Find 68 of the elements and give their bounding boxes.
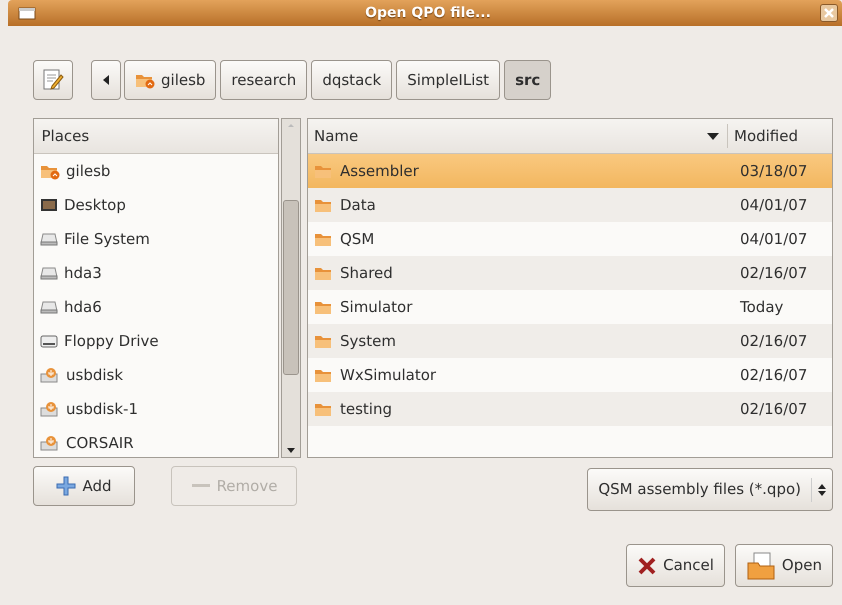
file-row[interactable]: WxSimulator 02/16/07 [308, 358, 832, 392]
sidebar-item[interactable]: Desktop [34, 188, 278, 222]
scroll-left-button[interactable] [91, 60, 121, 100]
sidebar-item[interactable]: usbdisk-1 [34, 392, 278, 426]
usb-drive-icon [40, 366, 60, 384]
usb-drive-icon [40, 434, 60, 452]
usb-drive-icon [40, 400, 60, 418]
sidebar-item[interactable]: gilesb [34, 154, 278, 188]
file-date: 02/16/07 [740, 262, 808, 284]
file-date: 03/18/07 [740, 160, 808, 182]
close-button[interactable] [820, 4, 838, 22]
floppy-drive-icon [40, 333, 58, 349]
file-row[interactable]: Simulator Today [308, 290, 832, 324]
sidebar-item[interactable]: File System [34, 222, 278, 256]
column-header[interactable]: Modified [728, 124, 798, 148]
path-button[interactable]: dqstack [311, 60, 392, 100]
file-date: 02/16/07 [740, 364, 808, 386]
close-icon [824, 8, 834, 18]
path-button[interactable]: SimpleIList [396, 60, 500, 100]
open-folder-icon [746, 550, 776, 580]
sidebar-item[interactable]: hda6 [34, 290, 278, 324]
file-name: WxSimulator [339, 364, 438, 386]
file-name: Simulator [339, 296, 414, 318]
scrollbar[interactable] [281, 118, 301, 458]
sort-arrow-icon [707, 132, 719, 140]
file-row[interactable]: Shared 02/16/07 [308, 256, 832, 290]
filter-dropdown[interactable]: QSM assembly files (*.qpo) [587, 468, 833, 511]
file-date: 04/01/07 [740, 194, 808, 216]
file-date: 02/16/07 [740, 398, 808, 420]
window-title: Open QPO file... [365, 4, 491, 22]
sidebar-item[interactable]: CORSAIR [34, 426, 278, 457]
open-button[interactable]: Open [734, 544, 833, 587]
file-row[interactable]: Assembler 03/18/07 [308, 154, 832, 188]
drive-icon [40, 231, 58, 247]
path-button[interactable]: research [220, 60, 308, 100]
file-row[interactable]: Data 04/01/07 [308, 188, 832, 222]
minus-icon [190, 483, 211, 489]
plus-icon [56, 476, 76, 496]
location-toggle-button[interactable] [33, 60, 73, 100]
cross-icon [637, 556, 658, 576]
file-name: System [339, 330, 397, 352]
left-arrow-icon [103, 75, 109, 85]
file-date: Today [740, 296, 784, 318]
drive-icon [40, 265, 58, 281]
scrollbar-thumb[interactable] [283, 200, 299, 374]
file-date: 02/16/07 [740, 330, 808, 352]
file-row[interactable]: System 02/16/07 [308, 324, 832, 358]
drive-icon [40, 299, 58, 315]
file-name: testing [339, 398, 394, 420]
file-name: Data [339, 194, 377, 216]
updown-arrow-icon [818, 484, 826, 496]
file-name: Shared [339, 262, 394, 284]
path-button[interactable]: src [504, 60, 552, 100]
file-row[interactable]: testing 02/16/07 [308, 392, 832, 426]
column-header[interactable]: Name [308, 124, 728, 148]
sidebar-item[interactable]: Floppy Drive [34, 324, 278, 358]
desktop-icon [40, 197, 58, 213]
file-name: Assembler [339, 160, 420, 182]
sidebar-item[interactable]: usbdisk [34, 358, 278, 392]
sidebar-item[interactable]: hda3 [34, 256, 278, 290]
path-button[interactable]: gilesb [124, 60, 216, 100]
cancel-button[interactable]: Cancel [626, 544, 725, 587]
file-date: 04/01/07 [740, 228, 808, 250]
file-row[interactable]: QSM 04/01/07 [308, 222, 832, 256]
file-name: QSM [339, 228, 376, 250]
window-menu-icon [18, 6, 36, 20]
add-button[interactable]: Add [33, 466, 135, 506]
edit-document-icon [42, 68, 64, 92]
